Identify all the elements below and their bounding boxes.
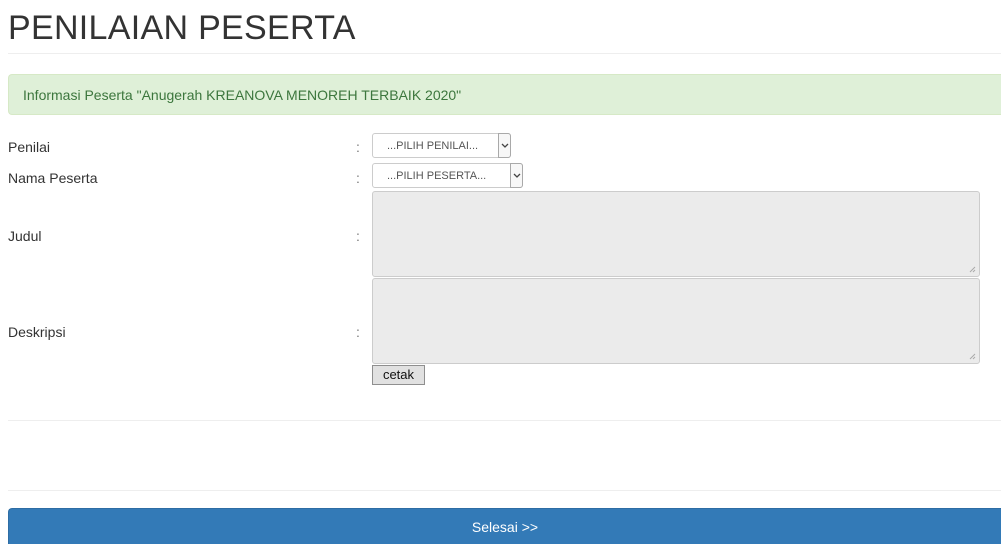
peserta-select-value: ...PILIH PESERTA... (387, 170, 487, 182)
penilai-select[interactable]: ...PILIH PENILAI... (372, 133, 511, 158)
resize-grip-icon[interactable] (969, 266, 976, 273)
deskripsi-label: Deskripsi (8, 324, 66, 340)
page-title: PENILAIAN PESERTA (8, 9, 356, 47)
judul-colon: : (356, 228, 360, 244)
page: PENILAIAN PESERTA Informasi Peserta "Anu… (0, 0, 1001, 544)
penilai-label: Penilai (8, 139, 51, 155)
penilai-colon: : (356, 139, 360, 155)
info-alert: Informasi Peserta "Anugerah KREANOVA MEN… (8, 74, 1001, 115)
peserta-label: Nama Peserta (8, 170, 98, 186)
chevron-down-icon[interactable] (498, 133, 511, 158)
selesai-button[interactable]: Selesai >> (8, 508, 1001, 544)
peserta-colon: : (356, 170, 360, 186)
deskripsi-textarea[interactable] (372, 278, 980, 364)
resize-grip-icon[interactable] (969, 353, 976, 360)
judul-label: Judul (8, 228, 42, 244)
deskripsi-colon: : (356, 324, 360, 340)
divider (8, 490, 1001, 491)
peserta-select[interactable]: ...PILIH PESERTA... (372, 163, 523, 188)
info-alert-text: Informasi Peserta "Anugerah KREANOVA MEN… (23, 87, 462, 103)
cetak-button[interactable]: cetak (372, 365, 425, 385)
title-divider (8, 53, 1001, 54)
divider (8, 420, 1001, 421)
judul-textarea[interactable] (372, 191, 980, 277)
penilai-select-value: ...PILIH PENILAI... (387, 140, 479, 152)
chevron-down-icon[interactable] (510, 163, 523, 188)
